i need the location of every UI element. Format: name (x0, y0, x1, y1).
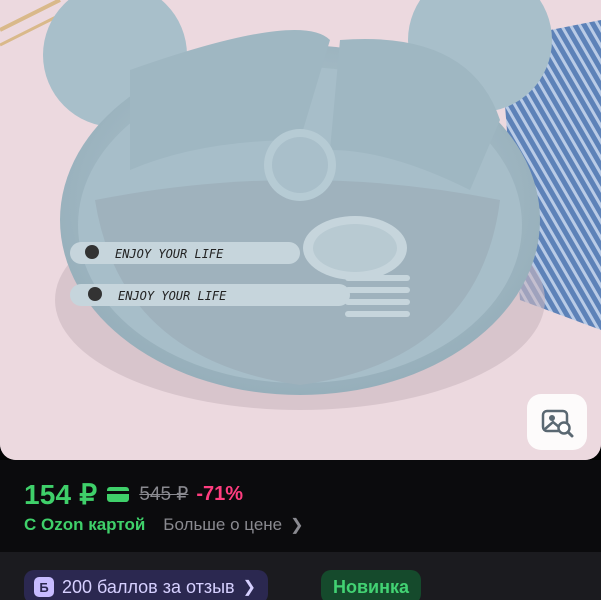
new-badge: Новинка (321, 570, 422, 600)
review-points-badge[interactable]: Б 200 баллов за отзыв ❯ (24, 570, 269, 600)
badges-row: Б 200 баллов за отзыв ❯ Новинка (0, 552, 601, 600)
price-section: 154 ₽ 545 ₽ -71% С Ozon картой Больше о … (0, 460, 601, 552)
spoon-engraving: ENJOY YOUR LIFE (115, 247, 224, 261)
chevron-right-icon: ❯ (242, 579, 257, 596)
points-icon: Б (34, 577, 54, 597)
fork-engraving: ENJOY YOUR LIFE (118, 289, 227, 303)
current-price: 154 ₽ (24, 479, 98, 510)
product-image: ENJOY YOUR LIFE ENJOY YOUR LIFE (0, 0, 601, 460)
price-row: 154 ₽ 545 ₽ -71% (24, 478, 243, 511)
visual-search-button[interactable] (527, 394, 587, 450)
more-about-price-link[interactable]: Больше о цене (163, 515, 282, 535)
chevron-right-icon[interactable]: ❯ (290, 515, 303, 535)
old-price: 545 ₽ (139, 484, 189, 505)
discount-badge: -71% (196, 483, 244, 505)
price-subrow: С Ozon картой Больше о цене ❯ (24, 515, 304, 535)
review-points-label: 200 баллов за отзыв (62, 576, 235, 597)
ozon-card-label: С Ozon картой (24, 515, 146, 534)
product-photo[interactable]: ENJOY YOUR LIFE ENJOY YOUR LIFE (0, 0, 601, 460)
image-search-icon (541, 409, 574, 438)
card-icon (107, 487, 130, 502)
